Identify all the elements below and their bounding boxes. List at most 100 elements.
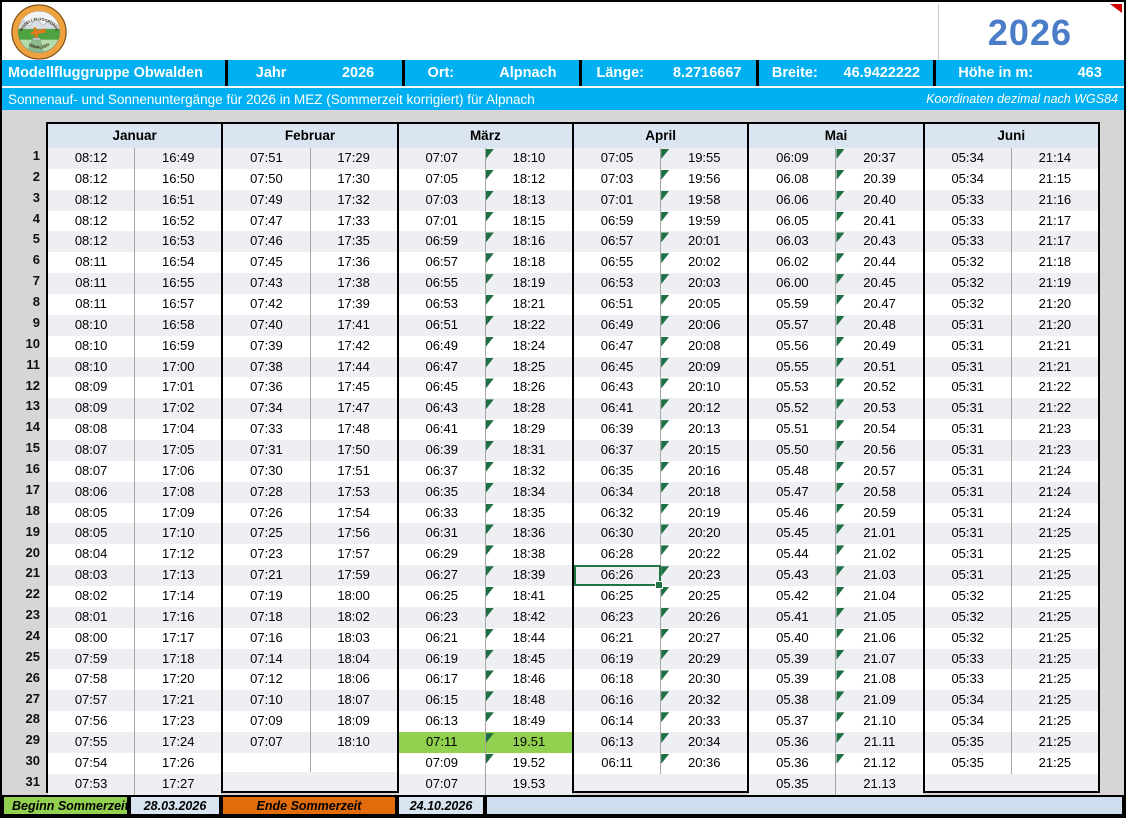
sunset-cell[interactable]: 20.51 [836,357,922,378]
sunrise-cell[interactable]: 05:31 [925,440,1012,461]
sunrise-cell[interactable]: 07:59 [48,649,135,670]
sunrise-cell[interactable]: 05.46 [749,503,836,524]
sunset-cell[interactable]: 17:53 [311,482,397,503]
sunrise-cell[interactable]: 05.50 [749,440,836,461]
sunset-cell[interactable]: 17:41 [311,315,397,336]
sunset-cell[interactable]: 21:23 [1012,419,1098,440]
sunset-cell[interactable]: 17:16 [135,607,221,628]
sunrise-cell[interactable]: 06:28 [574,544,661,565]
sunrise-cell[interactable]: 05:33 [925,190,1012,211]
sunset-cell[interactable]: 21:21 [1012,336,1098,357]
sunset-cell[interactable]: 17:10 [135,523,221,544]
sunset-cell[interactable]: 20.57 [836,461,922,482]
sunrise-cell[interactable]: 07:56 [48,711,135,732]
sunset-cell[interactable]: 21:25 [1012,711,1098,732]
sunrise-cell[interactable]: 07:21 [223,565,310,586]
sunrise-cell[interactable]: 06.03 [749,231,836,252]
laenge-cell[interactable]: Länge: 8.2716667 [582,60,756,86]
sunrise-cell[interactable]: 05.38 [749,690,836,711]
sunset-cell[interactable]: 17:42 [311,336,397,357]
sunset-cell[interactable]: 17:20 [135,669,221,690]
row-number[interactable]: 7 [2,271,40,292]
sunset-cell[interactable]: 18:24 [486,336,572,357]
sunrise-cell[interactable]: 05.44 [749,544,836,565]
sunrise-cell[interactable]: 05:32 [925,273,1012,294]
sunset-cell[interactable]: 17:44 [311,357,397,378]
sunrise-cell[interactable]: 05:32 [925,628,1012,649]
sunrise-cell[interactable]: 08:10 [48,336,135,357]
sunrise-cell[interactable]: 07:31 [223,440,310,461]
sunset-cell[interactable]: 20:19 [661,503,747,524]
sunrise-cell[interactable]: 07:42 [223,294,310,315]
sunset-cell[interactable]: 20.52 [836,377,922,398]
sunset-cell[interactable]: 21:25 [1012,586,1098,607]
sunset-cell[interactable]: 18:03 [311,628,397,649]
sunset-cell[interactable]: 18:21 [486,294,572,315]
sunset-cell[interactable] [310,772,397,791]
sunset-cell[interactable]: 20:13 [661,419,747,440]
sunrise-cell[interactable]: 08:05 [48,503,135,524]
sunset-cell[interactable]: 17:26 [135,753,221,774]
sunrise-cell[interactable]: 05:31 [925,523,1012,544]
sunrise-cell[interactable]: 07:10 [223,690,310,711]
sunset-cell[interactable]: 18:06 [311,669,397,690]
sunset-cell[interactable]: 20:01 [661,231,747,252]
sunrise-cell[interactable]: 06.06 [749,190,836,211]
sunrise-cell[interactable]: 08:12 [48,169,135,190]
sunset-cell[interactable]: 20.39 [836,169,922,190]
sunset-cell[interactable]: 20:16 [661,461,747,482]
sunset-cell[interactable]: 16:49 [135,148,221,169]
sunset-cell[interactable]: 20.59 [836,503,922,524]
sunrise-cell[interactable]: 06:59 [574,211,661,232]
sunset-cell[interactable]: 18:28 [486,398,572,419]
sunrise-cell[interactable]: 07:09 [223,711,310,732]
sunset-cell[interactable]: 21:17 [1012,211,1098,232]
sunset-cell[interactable]: 20:33 [661,711,747,732]
sunrise-cell[interactable]: 07:18 [223,607,310,628]
sunset-cell[interactable]: 21:25 [1012,544,1098,565]
sunset-cell[interactable]: 21:25 [1012,565,1098,586]
sunset-cell[interactable]: 17:38 [311,273,397,294]
sunrise-cell[interactable]: 08:01 [48,607,135,628]
sunset-cell[interactable]: 21:21 [1012,357,1098,378]
sunrise-cell[interactable]: 06:23 [574,607,661,628]
sunrise-cell[interactable]: 06:41 [574,398,661,419]
sunrise-cell[interactable]: 05:34 [925,690,1012,711]
sunrise-cell[interactable]: 08:08 [48,419,135,440]
row-number[interactable]: 3 [2,188,40,209]
sunrise-cell[interactable]: 06:45 [399,377,486,398]
row-number[interactable]: 13 [2,396,40,417]
sunset-cell[interactable]: 21.10 [836,711,922,732]
sunset-cell[interactable]: 20:20 [661,523,747,544]
sunrise-cell[interactable]: 08:06 [48,482,135,503]
sunset-cell[interactable]: 20:26 [661,607,747,628]
sunset-cell[interactable]: 21:25 [1012,732,1098,753]
sunrise-cell[interactable]: 06:39 [574,419,661,440]
sunset-cell[interactable]: 21:25 [1012,669,1098,690]
row-number[interactable]: 28 [2,709,40,730]
sunrise-cell[interactable]: 07:14 [223,649,310,670]
sunset-cell[interactable]: 18:00 [311,586,397,607]
sunset-cell[interactable]: 16:51 [135,190,221,211]
row-number[interactable]: 5 [2,229,40,250]
sunrise-cell[interactable]: 05.40 [749,628,836,649]
sunset-cell[interactable]: 18:32 [486,461,572,482]
sunrise-cell[interactable]: 06:27 [399,565,486,586]
sunrise-cell[interactable]: 06:19 [574,649,661,670]
sunrise-cell[interactable]: 05:33 [925,649,1012,670]
row-number[interactable]: 23 [2,605,40,626]
sunset-cell[interactable]: 16:54 [135,252,221,273]
sunset-cell[interactable]: 18:35 [486,503,572,524]
row-number[interactable]: 9 [2,313,40,334]
sunset-cell[interactable]: 18:15 [486,211,572,232]
sunrise-cell[interactable]: 05.42 [749,586,836,607]
sunrise-cell[interactable]: 08:09 [48,377,135,398]
sunset-cell[interactable]: 21:15 [1012,169,1098,190]
sunset-cell[interactable]: 17:36 [311,252,397,273]
sunset-cell[interactable]: 19:55 [661,148,747,169]
sunrise-cell[interactable]: 07:54 [48,753,135,774]
sunrise-cell[interactable]: 07:40 [223,315,310,336]
sunrise-cell[interactable]: 06.02 [749,252,836,273]
sunset-cell[interactable]: 17:54 [311,503,397,524]
sunrise-cell[interactable]: 06:59 [399,231,486,252]
